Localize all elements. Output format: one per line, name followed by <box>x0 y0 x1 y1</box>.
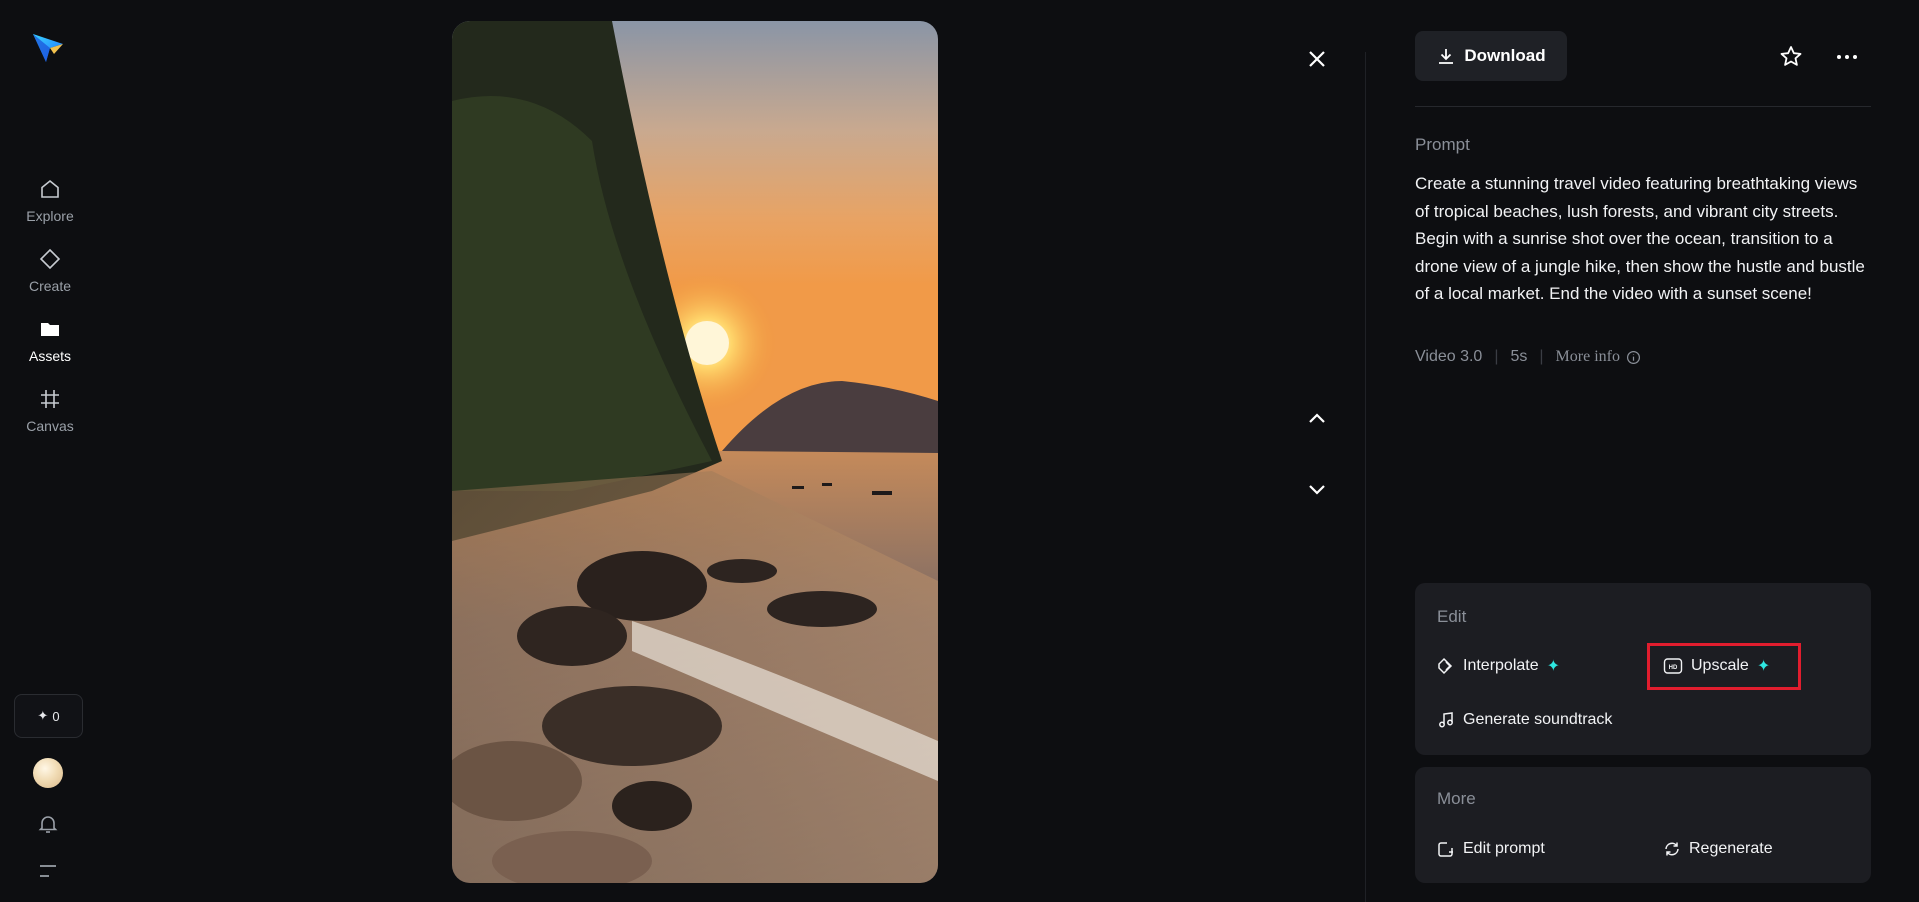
info-icon <box>1626 350 1641 364</box>
chevron-up-icon[interactable] <box>1302 403 1332 433</box>
meta-separator: | <box>1494 348 1499 365</box>
sidebar-item-create[interactable]: Create <box>0 246 100 294</box>
prompt-label: Prompt <box>1415 135 1470 154</box>
download-label: Download <box>1464 46 1546 65</box>
more-info-link[interactable]: More info <box>1556 348 1641 366</box>
more-card-title: More <box>1437 789 1476 808</box>
app-logo-icon[interactable] <box>30 30 66 66</box>
interpolate-icon <box>1438 657 1453 675</box>
diamond-icon <box>37 246 63 272</box>
panel-divider <box>1365 52 1366 902</box>
credits-count: 0 <box>52 708 60 724</box>
interpolate-label: Interpolate <box>1463 657 1539 674</box>
folder-icon <box>37 316 63 342</box>
regenerate-button[interactable]: Regenerate <box>1663 840 1773 858</box>
prompt-text: Create a stunning travel video featuring… <box>1415 174 1865 303</box>
sidebar-item-label: Assets <box>28 348 71 364</box>
credits-button[interactable]: ✦ 0 <box>14 694 83 738</box>
header-divider <box>1415 106 1871 107</box>
sidebar-item-label: Create <box>28 278 72 294</box>
more-card: More Edit prompt Regenerate <box>1415 767 1871 883</box>
edit-prompt-button[interactable]: Edit prompt <box>1437 840 1545 858</box>
interpolate-button[interactable]: Interpolate ✦ <box>1437 656 1560 676</box>
download-button[interactable]: Download <box>1415 31 1567 81</box>
avatar[interactable] <box>33 758 63 788</box>
more-options-icon[interactable] <box>1833 43 1861 71</box>
regenerate-label: Regenerate <box>1689 840 1773 857</box>
menu-icon[interactable] <box>37 862 59 880</box>
edit-card-title: Edit <box>1437 607 1467 626</box>
edit-card: Edit Interpolate ✦ HD Upscale ✦ Generate… <box>1415 583 1871 755</box>
sparkle-icon: ✦ <box>1546 658 1561 675</box>
video-meta: Video 3.0 | 5s | More info <box>1415 348 1641 366</box>
sidebar-item-label: Canvas <box>26 418 74 434</box>
star-icon[interactable] <box>1777 43 1805 71</box>
sidebar-item-explore[interactable]: Explore <box>0 176 100 224</box>
home-icon <box>37 176 63 202</box>
bell-icon[interactable] <box>36 812 60 836</box>
sidebar-item-canvas[interactable]: Canvas <box>0 386 100 434</box>
left-sidebar: Explore Create Assets Canvas ✦ 0 <box>0 0 100 902</box>
sidebar-item-assets[interactable]: Assets <box>0 316 100 364</box>
chevron-down-icon[interactable] <box>1302 474 1332 504</box>
download-icon <box>1439 49 1454 64</box>
generate-soundtrack-label: Generate soundtrack <box>1463 711 1613 728</box>
edit-prompt-icon <box>1438 842 1453 857</box>
generate-soundtrack-button[interactable]: Generate soundtrack <box>1437 711 1612 729</box>
upscale-highlight-box <box>1647 643 1801 690</box>
more-info-label: More info <box>1555 348 1620 365</box>
meta-separator: | <box>1539 348 1544 365</box>
edit-prompt-label: Edit prompt <box>1463 840 1545 857</box>
close-icon[interactable] <box>1302 44 1332 74</box>
sparkle-icon: ✦ <box>37 708 49 723</box>
music-note-icon <box>1439 712 1453 728</box>
model-version: Video 3.0 <box>1415 348 1483 365</box>
regenerate-icon <box>1665 842 1679 856</box>
sidebar-item-label: Explore <box>26 208 74 224</box>
canvas-grid-icon <box>37 386 63 412</box>
video-preview[interactable] <box>452 21 938 883</box>
duration: 5s <box>1510 348 1528 365</box>
